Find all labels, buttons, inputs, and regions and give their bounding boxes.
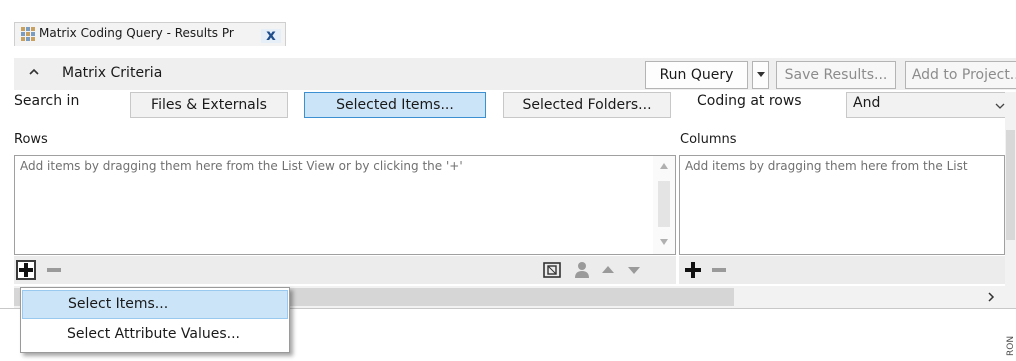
scroll-right-icon[interactable] — [985, 291, 997, 303]
search-option-files-externals[interactable]: Files & Externals — [130, 92, 288, 118]
side-tag-text: RON — [1006, 336, 1016, 356]
section-title: Matrix Criteria — [62, 65, 163, 81]
remove-row-button[interactable] — [44, 260, 64, 280]
chevron-up-icon[interactable] — [27, 65, 41, 79]
coding-at-rows-label: Coding at rows — [697, 93, 802, 109]
criteria-scroll-thumb[interactable] — [1006, 130, 1015, 240]
coding-operator-select[interactable]: And — [846, 92, 1014, 118]
add-row-button[interactable] — [16, 260, 36, 280]
minus-icon — [47, 268, 61, 272]
matrix-query-icon — [21, 27, 35, 41]
add-to-project-button[interactable]: Add to Project... — [905, 61, 1016, 89]
tab-title: Matrix Coding Query - Results Pr — [39, 26, 234, 40]
rows-hint: Add items by dragging them here from the… — [20, 159, 463, 173]
plus-icon — [685, 262, 701, 278]
search-option-selected-folders[interactable]: Selected Folders... — [503, 92, 671, 118]
columns-label: Columns — [680, 132, 737, 147]
run-query-dropdown-button[interactable] — [752, 61, 769, 89]
rows-drop-area[interactable]: Add items by dragging them here from the… — [14, 155, 676, 255]
side-panel-tag[interactable]: RON — [1003, 328, 1016, 358]
move-up-icon[interactable] — [598, 261, 618, 279]
criteria-scrollbar[interactable] — [1005, 92, 1016, 292]
minus-icon — [712, 268, 726, 272]
close-icon: x — [266, 26, 276, 44]
rows-label: Rows — [14, 132, 48, 147]
menu-item-select-items[interactable]: Select Items... — [22, 290, 288, 319]
search-option-selected-items[interactable]: Selected Items... — [304, 92, 486, 118]
columns-toolbar — [679, 256, 1005, 284]
columns-hint: Add items by dragging them here from the… — [685, 159, 968, 173]
person-icon[interactable] — [572, 261, 592, 279]
move-down-icon[interactable] — [624, 261, 644, 279]
rows-scrollbar[interactable] — [653, 156, 675, 254]
remove-column-button[interactable] — [709, 260, 729, 280]
dropdown-arrow-icon — [756, 72, 765, 77]
save-results-button[interactable]: Save Results... — [776, 61, 896, 89]
plus-icon — [19, 263, 33, 277]
scroll-up-icon[interactable] — [659, 162, 669, 170]
search-in-label: Search in — [14, 93, 80, 109]
scroll-down-icon[interactable] — [659, 238, 669, 246]
add-column-button[interactable] — [683, 260, 703, 280]
run-query-button[interactable]: Run Query — [645, 61, 748, 89]
add-items-menu: Select Items... Select Attribute Values.… — [20, 287, 290, 353]
side-tag-label: RON — [1006, 336, 1016, 356]
menu-item-label: Select Items... — [68, 296, 169, 312]
criteria-toolbar: Matrix Criteria Run Query Save Results..… — [14, 58, 1016, 90]
close-tab-button[interactable]: x — [261, 26, 281, 44]
rows-scroll-thumb[interactable] — [658, 181, 670, 227]
chevron-down-icon — [995, 103, 1005, 109]
coding-operator-value: And — [853, 95, 881, 111]
columns-drop-area[interactable]: Add items by dragging them here from the… — [679, 155, 1005, 255]
menu-item-select-attribute-values[interactable]: Select Attribute Values... — [22, 321, 288, 350]
tab-matrix-coding-query[interactable]: Matrix Coding Query - Results Pr x — [14, 22, 286, 46]
rows-toolbar — [14, 256, 676, 284]
matrix-view-icon[interactable] — [542, 261, 562, 279]
menu-item-label: Select Attribute Values... — [67, 326, 240, 342]
tab-strip: Matrix Coding Query - Results Pr x — [0, 0, 1016, 46]
